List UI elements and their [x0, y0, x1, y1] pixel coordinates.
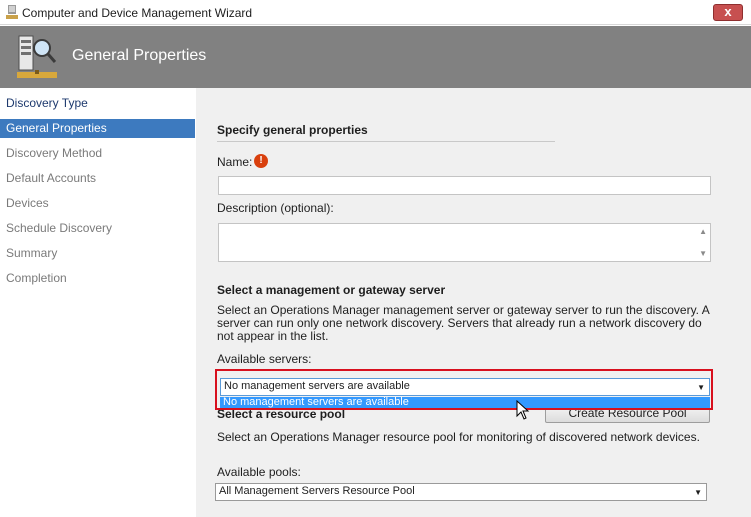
- wizard-steps-nav: Discovery Type General Properties Discov…: [0, 88, 196, 517]
- available-pools-label: Available pools:: [217, 465, 301, 479]
- available-servers-label: Available servers:: [217, 352, 312, 366]
- required-field-icon: !: [254, 154, 268, 168]
- scroll-down-icon[interactable]: ▼: [699, 249, 707, 258]
- highlight-annotation: [215, 369, 713, 410]
- nav-item-schedule-discovery[interactable]: Schedule Discovery: [0, 219, 195, 238]
- nav-item-summary[interactable]: Summary: [0, 244, 195, 263]
- description-label: Description (optional):: [217, 201, 334, 215]
- window-title: Computer and Device Management Wizard: [22, 6, 253, 20]
- close-button[interactable]: x: [713, 4, 743, 21]
- dropdown-arrow-icon: ▼: [694, 488, 702, 497]
- main-panel: Specify general properties Name: ! Descr…: [196, 88, 751, 517]
- description-textarea[interactable]: ▲ ▼: [218, 223, 711, 262]
- nav-item-discovery-method[interactable]: Discovery Method: [0, 144, 195, 163]
- header-banner: General Properties: [0, 26, 751, 88]
- server-section-heading: Select a management or gateway server: [217, 283, 446, 297]
- available-pools-select[interactable]: All Management Servers Resource Pool ▼: [215, 483, 707, 501]
- name-input[interactable]: [218, 176, 711, 195]
- nav-item-general-properties[interactable]: General Properties: [0, 119, 195, 138]
- title-bar: Computer and Device Management Wizard x: [0, 0, 751, 25]
- mouse-cursor-icon: [516, 400, 530, 420]
- wizard-app-icon: [6, 5, 18, 19]
- pool-selected-value: All Management Servers Resource Pool: [219, 485, 415, 497]
- section-divider: [217, 141, 555, 142]
- scroll-up-icon[interactable]: ▲: [699, 227, 707, 236]
- resource-pool-description: Select an Operations Manager resource po…: [217, 430, 700, 444]
- server-discovery-icon: [17, 35, 57, 78]
- nav-item-devices[interactable]: Devices: [0, 194, 195, 213]
- general-properties-heading: Specify general properties: [217, 123, 368, 137]
- page-title: General Properties: [72, 47, 207, 64]
- nav-item-completion[interactable]: Completion: [0, 269, 195, 288]
- name-label: Name:: [217, 155, 253, 169]
- nav-item-default-accounts[interactable]: Default Accounts: [0, 169, 195, 188]
- server-section-description: Select an Operations Manager management …: [217, 303, 710, 343]
- nav-item-discovery-type[interactable]: Discovery Type: [0, 94, 195, 113]
